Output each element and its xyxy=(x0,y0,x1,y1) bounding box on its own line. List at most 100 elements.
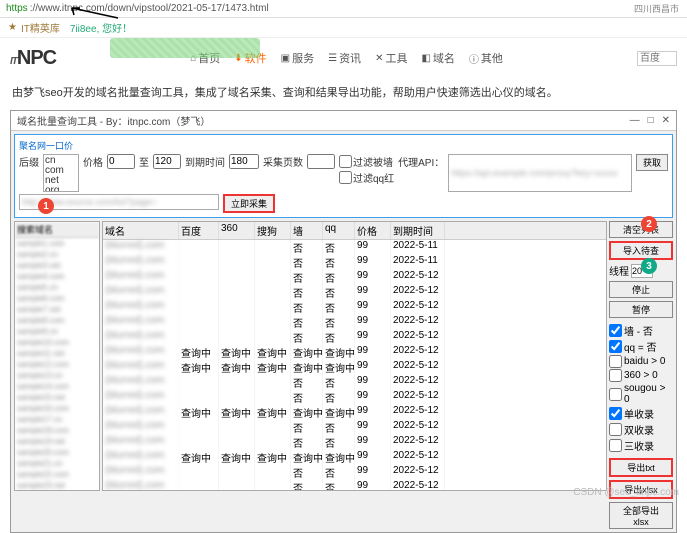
list-item[interactable]: sample4.com xyxy=(15,271,99,282)
expiry-input[interactable] xyxy=(229,154,259,169)
window-button[interactable]: ✕ xyxy=(662,115,670,126)
get-proxy-button[interactable]: 获取 xyxy=(636,154,668,171)
list-item[interactable]: sample3.net xyxy=(15,260,99,271)
col-header[interactable]: 百度 xyxy=(179,222,219,239)
panel-title: 聚名网一口价 xyxy=(19,139,668,152)
table-row[interactable]: (blurred).com查询中查询中查询中查询中查询中992022-5-12 xyxy=(103,405,606,420)
list-item[interactable]: sample2.cn xyxy=(15,249,99,260)
nav-服务[interactable]: ▣服务 xyxy=(281,50,314,66)
annotation-badge-3: 3 xyxy=(641,258,657,274)
filter-checkbox[interactable]: 360 > 0 xyxy=(609,369,673,382)
nav-资讯[interactable]: ☰资讯 xyxy=(328,50,361,66)
col-header[interactable]: 360 xyxy=(219,222,255,239)
address-bar[interactable]: https ://www.itnpc.com/down/vipstool/202… xyxy=(0,0,687,18)
col-header[interactable]: 域名 xyxy=(103,222,179,239)
list-item[interactable]: sample18.com xyxy=(15,425,99,436)
table-row[interactable]: (blurred).com否否992022-5-12 xyxy=(103,465,606,480)
collect-button[interactable]: 立即采集 xyxy=(223,194,275,213)
table-row[interactable]: (blurred).com查询中查询中查询中查询中查询中992022-5-12 xyxy=(103,360,606,375)
list-item[interactable]: sample21.cn xyxy=(15,458,99,469)
filter-checkbox[interactable]: 三收录 xyxy=(609,438,673,453)
price-min-input[interactable] xyxy=(107,154,135,169)
annotation-badge-2: 2 xyxy=(641,216,657,232)
export-txt-button[interactable]: 导出txt xyxy=(609,458,673,477)
table-row[interactable]: (blurred).com查询中查询中查询中查询中查询中992022-5-12 xyxy=(103,345,606,360)
site-logo[interactable]: ITITNPCNPC xyxy=(10,47,56,70)
col-header[interactable]: 墙 xyxy=(291,222,323,239)
table-row[interactable]: (blurred).com否否992022-5-12 xyxy=(103,285,606,300)
page-description: 由梦飞seo开发的域名批量查询工具，集成了域名采集、查询和结果导出功能，帮助用户… xyxy=(0,78,687,106)
list-item[interactable]: sample16.com xyxy=(15,403,99,414)
col-header[interactable]: 价格 xyxy=(355,222,391,239)
list-item[interactable]: sample23.net xyxy=(15,480,99,491)
url-text: ://www.itnpc.com/down/vipstool/2021-05-1… xyxy=(30,3,269,14)
col-header[interactable]: 搜狗 xyxy=(255,222,291,239)
filter-wall-checkbox[interactable]: 过滤被墙 xyxy=(339,154,394,169)
table-row[interactable]: (blurred).com否否992022-5-12 xyxy=(103,330,606,345)
stop-button[interactable]: 停止 xyxy=(609,281,673,298)
domain-list[interactable]: 搜索域名 sample1.comsample2.cnsample3.netsam… xyxy=(14,221,100,491)
price-label: 价格 xyxy=(83,154,103,169)
nav-工具[interactable]: ✕工具 xyxy=(375,50,407,66)
suffix-list[interactable]: cncomnetorg xyxy=(43,154,79,192)
col-header[interactable]: 到期时间 xyxy=(391,222,445,239)
list-item[interactable]: sample8.com xyxy=(15,315,99,326)
table-row[interactable]: (blurred).com否否992022-5-11 xyxy=(103,240,606,255)
filter-checkbox[interactable]: qq = 否 xyxy=(609,339,673,354)
search-input[interactable] xyxy=(637,51,677,66)
pause-button[interactable]: 暂停 xyxy=(609,301,673,318)
list-item[interactable]: sample13.cn xyxy=(15,370,99,381)
search-box[interactable] xyxy=(637,51,677,66)
region-label: 四川西昌市 xyxy=(634,2,679,15)
list-item[interactable]: sample20.com xyxy=(15,447,99,458)
table-row[interactable]: (blurred).com否否992022-5-11 xyxy=(103,255,606,270)
threads-label: 线程 xyxy=(609,263,629,278)
list-item[interactable]: sample5.cn xyxy=(15,282,99,293)
window-button[interactable]: — xyxy=(630,115,640,126)
proxy-input[interactable]: https://api.example.com/proxy?key=xxxxx xyxy=(448,154,632,192)
nav-其他[interactable]: ⓘ其他 xyxy=(469,50,503,66)
list-item[interactable]: sample11.net xyxy=(15,348,99,359)
filter-checkbox[interactable]: 墙 - 否 xyxy=(609,323,673,338)
window-title: 域名批量查询工具 - By：itnpc.com（梦飞） xyxy=(17,113,210,128)
filter-checkbox[interactable]: 双收录 xyxy=(609,422,673,437)
bookmark-item[interactable]: IT精英库 xyxy=(21,20,60,35)
table-row[interactable]: (blurred).com否否992022-5-12 xyxy=(103,375,606,390)
list-item[interactable]: sample6.com xyxy=(15,293,99,304)
table-row[interactable]: (blurred).com否否992022-5-12 xyxy=(103,480,606,491)
table-row[interactable]: (blurred).com否否992022-5-12 xyxy=(103,420,606,435)
proxy-label: 代理API： xyxy=(398,154,444,169)
table-row[interactable]: (blurred).com否否992022-5-12 xyxy=(103,390,606,405)
list-item[interactable]: sample10.com xyxy=(15,337,99,348)
table-row[interactable]: (blurred).com否否992022-5-12 xyxy=(103,435,606,450)
filter-checkbox[interactable]: baidu > 0 xyxy=(609,355,673,368)
pages-input[interactable] xyxy=(307,154,335,169)
list-item[interactable]: sample22.com xyxy=(15,469,99,480)
window-button[interactable]: □ xyxy=(648,115,654,126)
table-row[interactable]: (blurred).com否否992022-5-12 xyxy=(103,300,606,315)
table-row[interactable]: (blurred).com否否992022-5-12 xyxy=(103,315,606,330)
table-row[interactable]: (blurred).com查询中查询中查询中查询中查询中992022-5-12 xyxy=(103,450,606,465)
list-item[interactable]: sample9.cn xyxy=(15,326,99,337)
col-header[interactable]: qq xyxy=(323,222,355,239)
window-titlebar[interactable]: 域名批量查询工具 - By：itnpc.com（梦飞） — □ ✕ xyxy=(11,111,676,131)
import-button[interactable]: 导入待查 xyxy=(609,241,673,260)
bookmarks-bar[interactable]: ★ IT精英库 7ii8ee, 您好！ xyxy=(0,18,687,38)
list-item[interactable]: sample14.com xyxy=(15,381,99,392)
filter-qq-checkbox[interactable]: 过滤qq红 xyxy=(339,170,394,185)
list-item[interactable]: sample1.com xyxy=(15,238,99,249)
table-row[interactable]: (blurred).com否否992022-5-12 xyxy=(103,270,606,285)
filter-checkbox[interactable]: sougou > 0 xyxy=(609,383,673,405)
price-max-input[interactable] xyxy=(153,154,181,169)
list-item[interactable]: sample7.net xyxy=(15,304,99,315)
top-panel: 聚名网一口价 后缀 cncomnetorg 价格 至 到期时间 采集页数 过滤被… xyxy=(14,134,673,218)
filter-checkbox[interactable]: 单收录 xyxy=(609,406,673,421)
list-item[interactable]: sample15.net xyxy=(15,392,99,403)
export-all-button[interactable]: 全部导出xlsx xyxy=(609,502,673,529)
result-table[interactable]: 域名百度360搜狗墙qq价格到期时间 (blurred).com否否992022… xyxy=(102,221,607,491)
redacted-box xyxy=(110,38,260,58)
list-item[interactable]: sample12.com xyxy=(15,359,99,370)
list-item[interactable]: sample17.cn xyxy=(15,414,99,425)
nav-域名[interactable]: ◧域名 xyxy=(421,50,454,66)
list-item[interactable]: sample19.net xyxy=(15,436,99,447)
